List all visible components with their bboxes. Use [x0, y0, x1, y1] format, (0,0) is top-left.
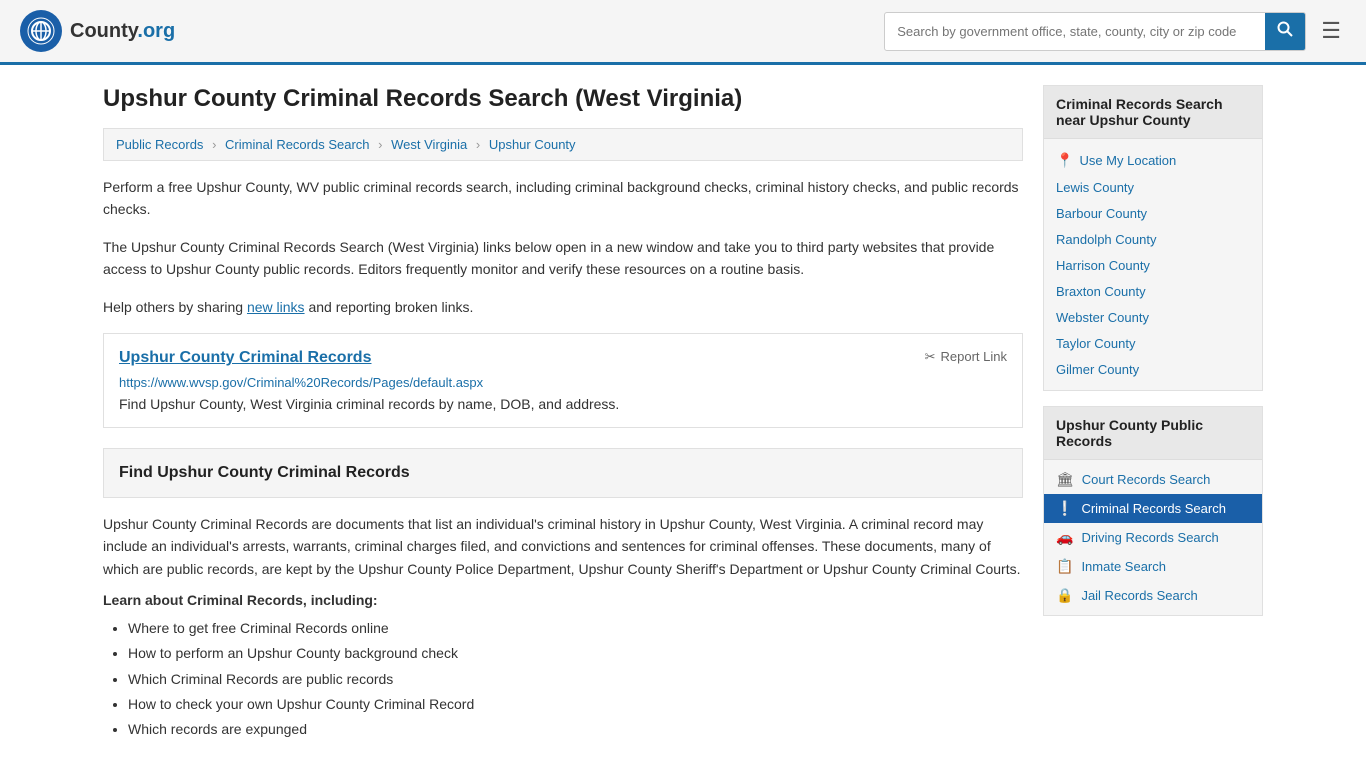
record-url[interactable]: https://www.wvsp.gov/Criminal%20Records/… [119, 375, 1007, 390]
learn-item-5: Which records are expunged [128, 717, 1023, 742]
menu-button[interactable]: ☰ [1316, 13, 1346, 49]
find-heading: Find Upshur County Criminal Records [119, 464, 1007, 482]
learn-item-3: Which Criminal Records are public record… [128, 667, 1023, 692]
jail-icon: 🔒 [1056, 587, 1073, 604]
nearby-county-0[interactable]: Lewis County [1044, 174, 1262, 200]
pub-link-3[interactable]: 📋 Inmate Search [1044, 552, 1262, 581]
page-title: Upshur County Criminal Records Search (W… [103, 85, 1023, 113]
location-icon: 📍 [1056, 152, 1073, 169]
breadcrumb: Public Records › Criminal Records Search… [103, 128, 1023, 161]
learn-item-1: Where to get free Criminal Records onlin… [128, 616, 1023, 641]
breadcrumb-public-records[interactable]: Public Records [116, 137, 203, 152]
record-card: Upshur County Criminal Records ✂ Report … [103, 333, 1023, 428]
pub-link-1[interactable]: ❕ Criminal Records Search [1044, 494, 1262, 523]
pub-link-4[interactable]: 🔒 Jail Records Search [1044, 581, 1262, 610]
header-right: ☰ [884, 12, 1346, 51]
report-icon: ✂ [925, 349, 936, 365]
search-button[interactable] [1265, 13, 1305, 50]
search-bar [884, 12, 1306, 51]
breadcrumb-upshur-county[interactable]: Upshur County [489, 137, 576, 152]
pub-link-0[interactable]: 🏛 Court Records Search [1044, 465, 1262, 494]
public-records-header: Upshur County Public Records [1044, 407, 1262, 460]
description-3: Help others by sharing new links and rep… [103, 296, 1023, 318]
nearby-county-5[interactable]: Webster County [1044, 304, 1262, 330]
find-section-text: Upshur County Criminal Records are docum… [103, 513, 1023, 580]
nearby-county-7[interactable]: Gilmer County [1044, 356, 1262, 382]
learn-heading: Learn about Criminal Records, including: [103, 592, 1023, 608]
pub-link-2[interactable]: 🚗 Driving Records Search [1044, 523, 1262, 552]
court-icon: 🏛 [1056, 471, 1074, 488]
new-links-link[interactable]: new links [247, 299, 305, 315]
breadcrumb-sep1: › [212, 137, 216, 152]
record-description: Find Upshur County, West Virginia crimin… [119, 396, 1007, 412]
breadcrumb-criminal-records[interactable]: Criminal Records Search [225, 137, 370, 152]
search-input[interactable] [885, 16, 1265, 47]
learn-list: Where to get free Criminal Records onlin… [103, 616, 1023, 742]
nearby-county-3[interactable]: Harrison County [1044, 252, 1262, 278]
report-link[interactable]: ✂ Report Link [925, 349, 1007, 365]
main-container: Upshur County Criminal Records Search (W… [83, 65, 1283, 762]
nearby-county-list: 📍 Use My Location Lewis County Barbour C… [1044, 139, 1262, 390]
breadcrumb-west-virginia[interactable]: West Virginia [391, 137, 467, 152]
driving-icon: 🚗 [1056, 529, 1073, 546]
nearby-county-1[interactable]: Barbour County [1044, 200, 1262, 226]
learn-item-2: How to perform an Upshur County backgrou… [128, 641, 1023, 666]
breadcrumb-sep3: › [476, 137, 480, 152]
logo-text: County.org [70, 20, 175, 43]
nearby-county-6[interactable]: Taylor County [1044, 330, 1262, 356]
nearby-county-4[interactable]: Braxton County [1044, 278, 1262, 304]
record-title-link[interactable]: Upshur County Criminal Records [119, 349, 371, 367]
inmate-icon: 📋 [1056, 558, 1073, 575]
public-records-list: 🏛 Court Records Search ❕ Criminal Record… [1044, 460, 1262, 615]
sidebar: Criminal Records Search near Upshur Coun… [1043, 85, 1263, 742]
use-location-link[interactable]: Use My Location [1079, 153, 1176, 168]
breadcrumb-sep2: › [378, 137, 382, 152]
logo-icon [20, 10, 62, 52]
find-section: Find Upshur County Criminal Records [103, 448, 1023, 498]
content-area: Upshur County Criminal Records Search (W… [103, 85, 1023, 742]
nearby-county-2[interactable]: Randolph County [1044, 226, 1262, 252]
record-card-header: Upshur County Criminal Records ✂ Report … [119, 349, 1007, 367]
public-records-section: Upshur County Public Records 🏛 Court Rec… [1043, 406, 1263, 616]
learn-item-4: How to check your own Upshur County Crim… [128, 692, 1023, 717]
logo-area: County.org [20, 10, 175, 52]
description-1: Perform a free Upshur County, WV public … [103, 176, 1023, 221]
description-2: The Upshur County Criminal Records Searc… [103, 236, 1023, 281]
nearby-section-header: Criminal Records Search near Upshur Coun… [1044, 86, 1262, 139]
use-location-item[interactable]: 📍 Use My Location [1044, 147, 1262, 174]
nearby-section: Criminal Records Search near Upshur Coun… [1043, 85, 1263, 391]
criminal-icon: ❕ [1056, 500, 1073, 517]
page-header: County.org ☰ [0, 0, 1366, 65]
